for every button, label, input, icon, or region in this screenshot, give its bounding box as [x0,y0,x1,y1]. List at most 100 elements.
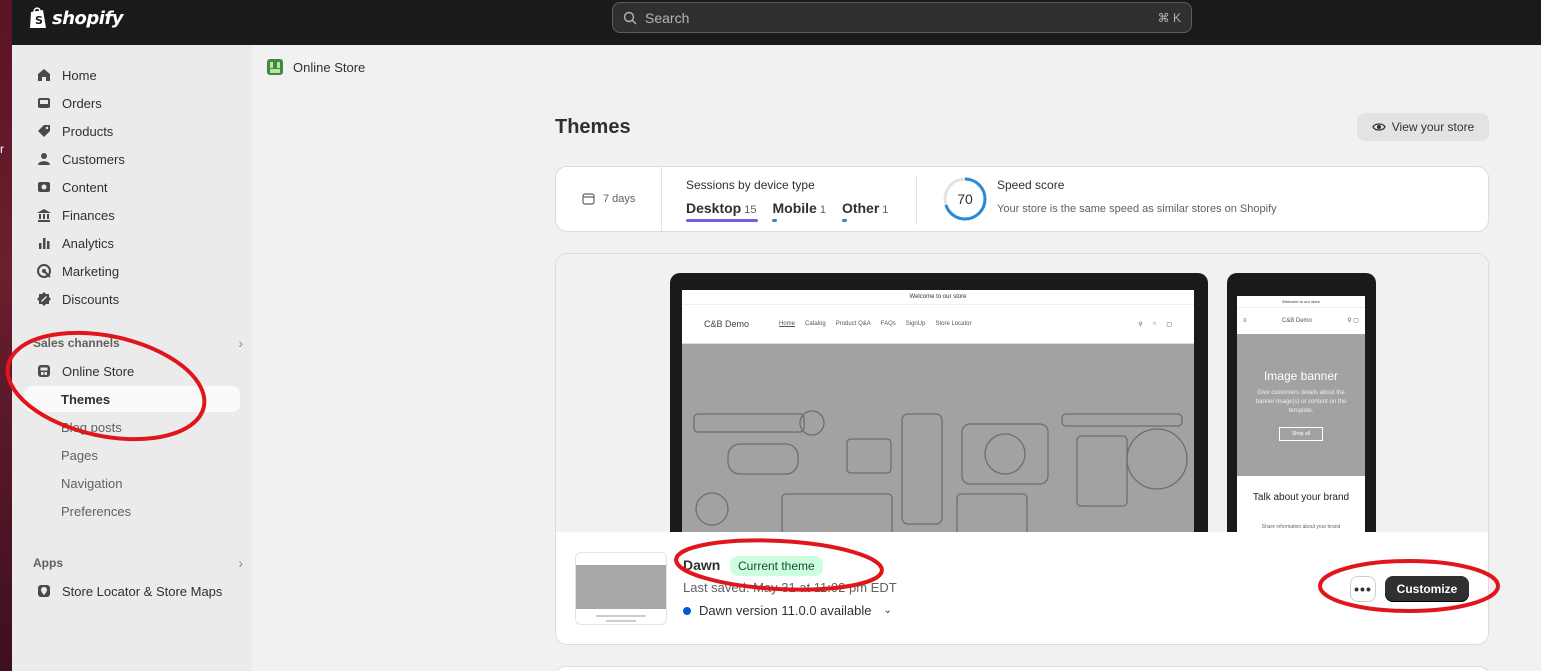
mobile-preview-nav: ≡ C&B Demo ⚲ ▢ [1237,308,1365,333]
chevron-right-icon: › [238,555,243,571]
preview-store-name: C&B Demo [704,319,750,329]
sidebar-item-marketing[interactable]: Marketing [24,257,240,285]
view-your-store-label: View your store [1391,120,1475,134]
device-mobile[interactable]: Mobile 1 [772,200,826,222]
preview-nav-link: FAQs [880,321,896,327]
device-other[interactable]: Other 1 [841,200,889,222]
sidebar-item-content[interactable]: Content [24,173,240,201]
mobile-hero-subtitle: Give customers details about the banner … [1255,390,1347,414]
preview-account-icon: ○ [1152,321,1157,327]
customize-button[interactable]: Customize [1385,576,1469,602]
theme-thumbnail[interactable] [575,552,667,625]
mobile-preview-announcement: Welcome to our store [1237,296,1365,308]
sidebar-item-label: Store Locator & Store Maps [62,583,223,599]
preview-search-icon: ⚲ [1138,321,1143,328]
device-desktop[interactable]: Desktop 15 [686,200,758,222]
date-range-label: 7 days [603,192,636,205]
sidebar-subitem-blog-posts[interactable]: Blog posts [24,414,240,440]
tag-icon [38,125,50,137]
inbox-icon [38,98,50,108]
mobile-preview-screen: Welcome to our store ≡ C&B Demo ⚲ ▢ Imag… [1237,296,1365,536]
device-count: 1 [819,204,826,216]
theme-library-card [555,666,1489,671]
mobile-nav-icons: ⚲ ▢ [1347,318,1359,324]
sales-channels-header[interactable]: Sales channels › [33,335,243,351]
sidebar-subitem-preferences[interactable]: Preferences [24,498,240,524]
sidebar-item-online-store[interactable]: Online Store [24,357,240,385]
theme-name: Dawn [683,557,721,573]
thumbnail-hero [576,565,666,609]
sidebar-item-store-locator-app[interactable]: Store Locator & Store Maps [24,577,240,605]
sidebar-subitem-pages[interactable]: Pages [24,442,240,468]
sidebar-subitem-themes[interactable]: Themes [24,386,240,412]
last-saved-text: Last saved: May 31 at 11:02 pm EDT [683,580,897,595]
page-title: Themes [555,116,631,138]
mobile-brand-text: Share information about your brand [1261,524,1341,530]
sidebar-item-analytics[interactable]: Analytics [24,229,240,257]
speed-score-value: 70 [957,191,973,207]
person-icon [38,153,50,165]
online-store-icon [267,59,283,75]
view-your-store-button[interactable]: View your store [1357,113,1489,141]
preview-nav-link: SignUp [905,321,926,327]
device-count: 1 [882,204,889,216]
breadcrumb-label: Online Store [293,59,366,75]
sidebar-subitem-navigation[interactable]: Navigation [24,470,240,496]
desktop-background: r [0,0,12,671]
speed-score-description: Your store is the same speed as similar … [997,203,1277,215]
stats-card: 7 days Sessions by device type Desktop 15… [555,166,1489,233]
mobile-hero-button: Shop all [1279,427,1323,441]
preview-nav-link: Catalog [805,321,826,327]
theme-preview: Welcome to our store C&B Demo Home Catal… [556,254,1488,543]
preview-nav-link: Product Q&A [835,321,871,327]
apps-header[interactable]: Apps › [33,555,243,571]
sidebar-item-label: Home [62,67,97,83]
divider [661,167,662,233]
more-actions-button[interactable]: ••• [1350,576,1376,602]
sidebar-item-home[interactable]: Home [24,61,240,89]
device-count: 15 [744,204,757,216]
discount-icon [37,292,51,306]
sidebar-item-label: Analytics [62,235,115,251]
search-bar[interactable]: ⌘ K [612,2,1192,33]
search-input[interactable] [645,9,1158,26]
thumbnail-line [606,620,636,622]
bank-icon [37,209,51,222]
breadcrumb[interactable]: Online Store [265,57,365,77]
store-icon [38,365,50,377]
shopify-logo[interactable]: S shopify [28,6,124,30]
image-icon [38,182,50,192]
sidebar-item-finances[interactable]: Finances [24,201,240,229]
device-name: Other [841,200,880,216]
update-dot-icon [683,606,691,615]
sidebar: Home Orders Products Customers Content F… [12,45,252,671]
desktop-edge-text: r [0,142,4,156]
svg-text:S: S [35,14,43,27]
sessions-by-device: Desktop 15 Mobile 1 Other 1 [686,200,889,222]
divider [916,175,917,225]
sidebar-item-label: Online Store [62,363,135,379]
sidebar-item-label: Orders [62,95,102,111]
apps-label: Apps [33,556,63,570]
home-icon [38,69,50,81]
speed-score-title[interactable]: Speed score [997,178,1064,192]
device-bar [841,219,847,222]
sidebar-item-label: Customers [62,151,125,167]
sales-channels-label: Sales channels [33,336,120,350]
date-range-button[interactable]: 7 days [582,192,635,205]
sidebar-item-label: Finances [62,207,115,223]
sidebar-item-products[interactable]: Products [24,117,240,145]
sidebar-item-orders[interactable]: Orders [24,89,240,117]
current-theme-badge: Current theme [730,556,823,576]
preview-nav-link: Home [779,321,796,327]
theme-info-row: Dawn Current theme Last saved: May 31 at… [556,532,1488,644]
target-icon [37,264,51,278]
sidebar-item-customers[interactable]: Customers [24,145,240,173]
search-icon [623,11,637,24]
desktop-preview-screen: Welcome to our store C&B Demo Home Catal… [682,290,1194,540]
preview-nav-link: Store Locator [935,321,972,327]
mobile-menu-icon: ≡ [1243,317,1247,324]
device-bar [772,219,778,222]
version-update-dropdown[interactable]: Dawn version 11.0.0 available ⌄ [683,603,892,618]
sidebar-item-discounts[interactable]: Discounts [24,285,240,313]
